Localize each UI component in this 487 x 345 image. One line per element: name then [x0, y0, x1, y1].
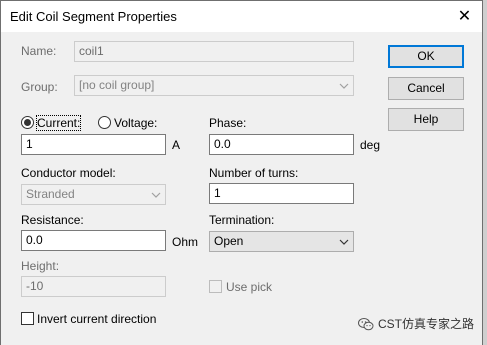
group-select-value: [no coil group] — [79, 78, 155, 92]
ok-button[interactable]: OK — [388, 45, 464, 68]
current-radio-label[interactable]: Current: — [35, 115, 82, 131]
turns-field[interactable]: 1 — [209, 183, 354, 204]
help-button[interactable]: Help — [388, 108, 464, 131]
current-field[interactable]: 1 — [21, 134, 166, 155]
resistance-unit: Ohm — [172, 235, 199, 249]
wechat-icon — [358, 318, 374, 331]
invert-current-label[interactable]: Invert current direction — [37, 312, 156, 326]
use-pick-checkbox — [209, 280, 222, 293]
resistance-field[interactable]: 0.0 — [21, 230, 166, 251]
turns-label: Number of turns: — [209, 166, 299, 180]
background-edge — [483, 0, 487, 345]
conductor-model-label: Conductor model: — [21, 166, 116, 180]
dialog-title: Edit Coil Segment Properties — [10, 9, 177, 24]
termination-label: Termination: — [209, 213, 275, 227]
height-label: Height: — [21, 259, 60, 273]
watermark-text: CST仿真专家之路 — [378, 317, 475, 331]
edit-coil-segment-dialog: Edit Coil Segment Properties ✕ Name: coi… — [0, 0, 483, 345]
close-icon[interactable]: ✕ — [448, 2, 481, 31]
phase-label: Phase: — [209, 116, 247, 130]
conductor-model-value: Stranded — [26, 187, 75, 201]
title-bar: Edit Coil Segment Properties ✕ — [1, 1, 482, 32]
termination-value: Open — [214, 234, 244, 248]
use-pick-label: Use pick — [226, 280, 273, 294]
height-field: -10 — [21, 276, 166, 297]
group-label: Group: — [21, 80, 58, 94]
resistance-label: Resistance: — [21, 213, 84, 227]
current-unit: A — [172, 138, 181, 152]
group-select: [no coil group] — [74, 75, 354, 96]
chevron-down-icon — [339, 239, 349, 245]
termination-select[interactable]: Open — [209, 231, 354, 252]
phase-unit: deg — [360, 138, 381, 152]
current-radio[interactable] — [21, 116, 34, 129]
phase-field[interactable]: 0.0 — [209, 134, 354, 155]
voltage-radio[interactable] — [98, 116, 111, 129]
invert-current-checkbox[interactable] — [21, 312, 34, 325]
chevron-down-icon — [339, 83, 349, 89]
conductor-model-select: Stranded — [21, 184, 166, 205]
cancel-button[interactable]: Cancel — [388, 77, 464, 100]
name-field: coil1 — [74, 41, 354, 62]
name-label: Name: — [21, 44, 57, 58]
chevron-down-icon — [151, 192, 161, 198]
voltage-radio-label[interactable]: Voltage: — [114, 116, 157, 130]
radio-selected-dot — [24, 119, 31, 126]
